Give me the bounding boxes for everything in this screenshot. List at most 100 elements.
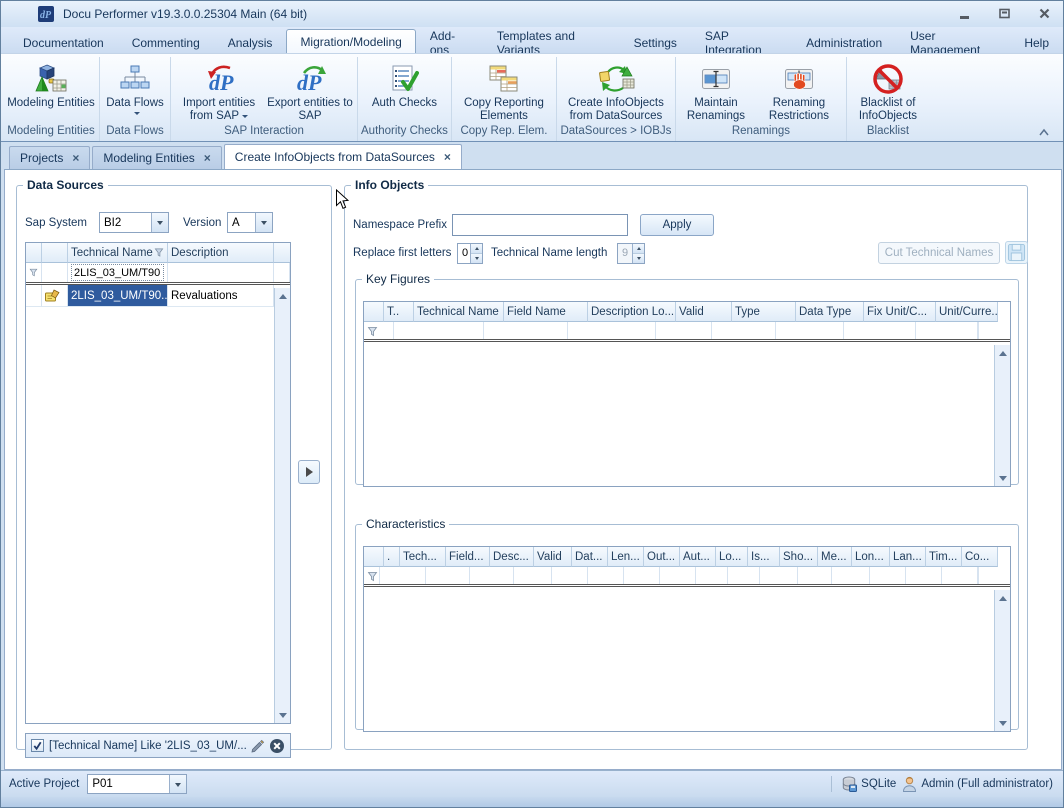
filter-cell[interactable] (470, 567, 514, 584)
version-combo[interactable]: A (227, 212, 273, 233)
filter-cell[interactable] (712, 322, 776, 339)
column-header-description[interactable]: Description (168, 243, 274, 263)
menu-tab[interactable]: Help (1010, 31, 1063, 53)
import-entities-button[interactable]: dP Import entities from SAP (174, 58, 264, 124)
column-header[interactable] (364, 302, 384, 322)
technical-name-length-stepper[interactable]: 9 (617, 243, 645, 264)
datasource-technical-name[interactable]: 2LIS_03_UM/T90... (68, 285, 168, 307)
filter-enabled-checkbox[interactable] (31, 739, 44, 752)
column-header[interactable]: Tech... (400, 547, 446, 567)
scroll-down-icon[interactable] (995, 715, 1010, 731)
column-header[interactable]: Len... (608, 547, 644, 567)
menu-tab[interactable]: Administration (792, 31, 896, 53)
filter-cell[interactable] (832, 567, 870, 584)
filter-active-icon[interactable] (154, 247, 164, 258)
sap-system-combo[interactable]: BI2 (99, 212, 169, 233)
filter-cell[interactable] (394, 322, 484, 339)
filter-cell[interactable] (484, 322, 568, 339)
menu-tab[interactable]: Migration/Modeling (286, 29, 415, 53)
column-header[interactable]: Co... (962, 547, 998, 567)
column-header[interactable]: . (384, 547, 400, 567)
filter-cell[interactable] (870, 567, 906, 584)
filter-cell[interactable] (728, 567, 760, 584)
datasource-row[interactable]: 2LIS_03_UM/T90... Revaluations (26, 285, 290, 307)
filter-cell[interactable] (552, 567, 588, 584)
column-header[interactable]: Valid (676, 302, 732, 322)
menu-tab[interactable]: User Management (896, 31, 1010, 53)
export-entities-button[interactable]: dP Export entities to SAP (266, 58, 354, 124)
menu-tab[interactable]: Analysis (214, 31, 287, 53)
spin-up-icon[interactable] (633, 244, 644, 254)
replace-first-letters-stepper[interactable]: 0 (457, 243, 483, 264)
filter-cell[interactable] (844, 322, 916, 339)
menu-tab[interactable]: Commenting (118, 31, 214, 53)
tab-close-icon[interactable]: × (204, 153, 211, 163)
vertical-scrollbar[interactable] (994, 345, 1010, 486)
filter-cell[interactable] (568, 322, 656, 339)
filter-cell[interactable] (660, 567, 696, 584)
menu-tab[interactable]: Settings (620, 31, 691, 53)
close-button[interactable] (1033, 6, 1055, 21)
column-header[interactable]: Out... (644, 547, 680, 567)
clear-filter-button[interactable] (269, 738, 285, 754)
column-header[interactable]: Dat... (572, 547, 608, 567)
column-header[interactable]: Aut... (680, 547, 716, 567)
column-header[interactable] (364, 547, 384, 567)
tab-close-icon[interactable]: × (72, 153, 79, 163)
column-header[interactable]: Lo... (716, 547, 748, 567)
combo-dropdown-button[interactable] (169, 775, 186, 793)
column-header[interactable]: Technical Name (414, 302, 504, 322)
column-header[interactable]: Description Lo... (588, 302, 676, 322)
column-header[interactable]: Lan... (890, 547, 926, 567)
column-header[interactable]: Type (732, 302, 796, 322)
datasource-description[interactable]: Revaluations (168, 285, 274, 307)
move-selection-button[interactable] (298, 460, 320, 484)
column-header[interactable]: Field Name (504, 302, 588, 322)
filter-cell[interactable] (696, 567, 728, 584)
filter-cell[interactable] (978, 322, 979, 339)
combo-dropdown-button[interactable] (151, 213, 168, 232)
scroll-up-icon[interactable] (995, 345, 1010, 361)
document-tab[interactable]: Create InfoObjects from DataSources × (224, 144, 462, 169)
restore-button[interactable] (993, 6, 1015, 21)
filter-cell[interactable] (760, 567, 798, 584)
document-tab[interactable]: Modeling Entities × (92, 146, 221, 169)
menu-tab[interactable]: Templates and Variants (483, 31, 620, 53)
maintain-renamings-button[interactable]: Maintain Renamings (679, 58, 753, 124)
vertical-scrollbar[interactable] (994, 590, 1010, 731)
data-flows-button[interactable]: Data Flows (103, 58, 167, 124)
filter-cell[interactable] (942, 567, 978, 584)
minimize-button[interactable] (953, 6, 975, 21)
cut-technical-names-button[interactable]: Cut Technical Names (878, 242, 1000, 264)
column-header[interactable]: Fix Unit/C... (864, 302, 936, 322)
menu-tab[interactable]: Documentation (9, 31, 118, 53)
copy-reporting-elements-button[interactable]: Copy Reporting Elements (455, 58, 553, 124)
column-header[interactable]: Tim... (926, 547, 962, 567)
column-header[interactable]: Data Type (796, 302, 864, 322)
edit-filter-button[interactable] (250, 738, 265, 753)
menu-tab[interactable]: Add-ons (416, 31, 483, 53)
combo-dropdown-button[interactable] (255, 213, 272, 232)
scroll-up-icon[interactable] (995, 590, 1010, 606)
spin-down-icon[interactable] (633, 254, 644, 263)
menu-tab[interactable]: SAP Integration (691, 31, 792, 53)
column-header[interactable]: Field... (446, 547, 490, 567)
spin-up-icon[interactable] (471, 244, 482, 254)
filter-cell[interactable] (656, 322, 712, 339)
column-header[interactable]: Unit/Curre... (936, 302, 998, 322)
modeling-entities-button[interactable]: Modeling Entities (6, 58, 96, 124)
collapse-ribbon-icon[interactable] (1037, 126, 1051, 138)
renaming-restrictions-button[interactable]: Renaming Restrictions (755, 58, 843, 124)
create-infoobjects-button[interactable]: Create InfoObjects from DataSources (560, 58, 672, 124)
filter-cell[interactable] (906, 567, 942, 584)
column-header[interactable]: Desc... (490, 547, 534, 567)
technical-name-filter-input[interactable] (71, 264, 164, 281)
auth-checks-button[interactable]: Auth Checks (361, 58, 447, 124)
vertical-scrollbar[interactable] (274, 288, 290, 723)
apply-button[interactable]: Apply (640, 214, 714, 236)
spin-down-icon[interactable] (471, 254, 482, 263)
namespace-prefix-input[interactable] (452, 214, 628, 236)
scroll-down-icon[interactable] (275, 707, 290, 723)
column-header[interactable]: T.. (384, 302, 414, 322)
filter-cell[interactable] (978, 567, 979, 584)
